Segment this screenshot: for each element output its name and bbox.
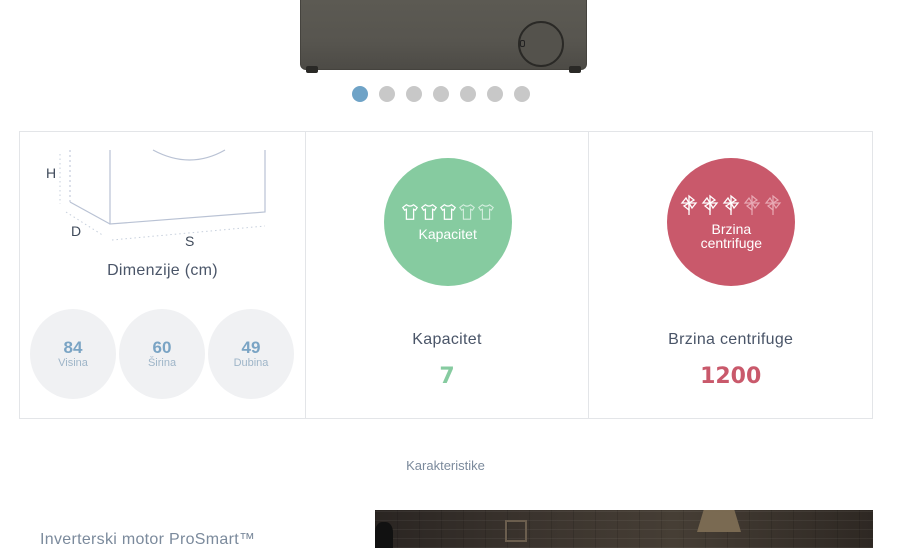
tshirt-icon (477, 204, 494, 220)
lamp-shade (697, 510, 741, 532)
spin-speed-value: 1200 (700, 364, 762, 389)
pinwheel-icon (765, 194, 782, 215)
depth-axis-label: D (71, 223, 82, 239)
washer-foot-left (306, 66, 318, 73)
dimensions-title: Dimenzije (cm) (107, 262, 218, 279)
spin-speed-badge-text-line1: Brzina (711, 221, 752, 237)
width-axis-label: S (185, 233, 195, 249)
capacity-badge-text: Kapacitet (418, 226, 477, 242)
tshirt-icon (401, 204, 418, 220)
height-label: Visina (58, 356, 88, 369)
pinwheel-icon (701, 194, 719, 215)
wall-frame (505, 520, 527, 542)
carousel-dot-4[interactable] (433, 86, 449, 102)
pinwheel-icon (680, 194, 698, 215)
carousel-dot-5[interactable] (460, 86, 476, 102)
features-heading: Karakteristike (406, 458, 485, 473)
feature-title-inverter-motor: Inverterski motor ProSmart™ (40, 531, 256, 548)
feature-scene-image (375, 510, 873, 548)
dimension-values: 84 Visina 60 Širina 49 Dubina (30, 309, 294, 399)
product-image (300, 0, 587, 74)
capacity-badge: Kapacitet (383, 158, 512, 286)
spin-speed-icons (679, 194, 783, 216)
figure-silhouette (375, 522, 393, 548)
spin-speed-label: Brzina centrifuge (668, 331, 794, 348)
carousel-dot-3[interactable] (406, 86, 422, 102)
capacity-label: Kapacitet (412, 331, 482, 348)
capacity-icons (401, 203, 495, 221)
pinwheel-icon (744, 194, 761, 215)
width-label: Širina (147, 356, 177, 369)
tshirt-icon (458, 204, 475, 220)
carousel-dot-2[interactable] (379, 86, 395, 102)
carousel-dot-1[interactable] (352, 86, 368, 102)
capacity-column: Kapacitet Kapacitet 7 (304, 132, 589, 418)
spin-speed-column: Brzina centrifuge Brzina centrifuge 1200 (588, 132, 872, 418)
dimensions-diagram-icon (59, 149, 266, 241)
tshirt-icon (420, 204, 437, 220)
brick-wall (375, 510, 873, 548)
depth-label: Dubina (233, 356, 269, 369)
depth-value-circle: 49 Dubina (208, 309, 294, 399)
width-value: 60 (152, 337, 172, 357)
height-value-circle: 84 Visina (30, 309, 116, 399)
height-value: 84 (63, 337, 83, 357)
dimensions-column: H D S Dimenzije (cm) 84 Visina 60 Širina… (20, 132, 305, 418)
depth-value: 49 (241, 337, 261, 357)
carousel-pagination (352, 86, 530, 102)
tshirt-icon (439, 204, 456, 220)
capacity-value: 7 (439, 364, 455, 389)
width-value-circle: 60 Širina (119, 309, 205, 399)
height-axis-label: H (46, 165, 57, 181)
spin-speed-badge: Brzina centrifuge (667, 158, 796, 286)
carousel-dot-7[interactable] (514, 86, 530, 102)
spin-speed-badge-text-line2: centrifuge (700, 235, 763, 251)
carousel-dot-6[interactable] (487, 86, 503, 102)
washer-door-button (520, 40, 525, 47)
spec-panel: H D S Dimenzije (cm) 84 Visina 60 Širina… (19, 131, 873, 419)
washer-foot-right (569, 66, 581, 73)
pinwheel-icon (722, 194, 740, 215)
